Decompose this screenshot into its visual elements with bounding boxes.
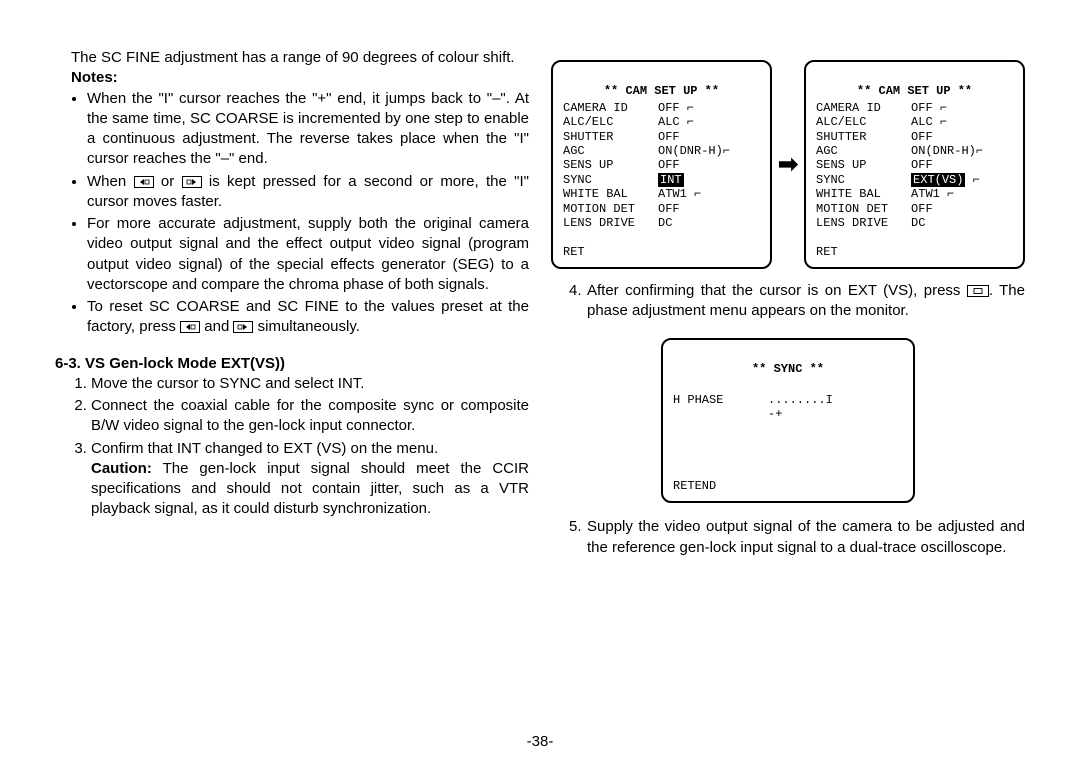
set-button-icon <box>967 285 989 297</box>
right-button-icon <box>233 321 253 333</box>
step-3: Confirm that INT changed to EXT (VS) on … <box>91 439 529 520</box>
left-button-icon <box>134 176 154 188</box>
osd-sync-menu: ** SYNC ** H PHASE........I- + RET END <box>661 338 915 504</box>
arrow-right-icon: ➡ <box>778 153 798 177</box>
steps-list: Move the cursor to SYNC and select INT. … <box>55 374 529 522</box>
left-button-icon <box>180 321 200 333</box>
notes-item-1: When the "I" cursor reaches the "+" end,… <box>87 89 529 170</box>
step-5: 5.Supply the video output signal of the … <box>551 517 1025 558</box>
page-number: -38- <box>0 732 1080 752</box>
notes-label: Notes: <box>55 68 529 88</box>
osd-cam-setup-left: ** CAM SET UP **CAMERA IDOFF ⌐ALC/ELCALC… <box>551 60 772 269</box>
cam-setup-menus: ** CAM SET UP **CAMERA IDOFF ⌐ALC/ELCALC… <box>551 60 1025 269</box>
section-6-3-title: 6-3. VS Gen-lock Mode EXT(VS)) <box>55 354 529 374</box>
notes-item-2: When or is kept pressed for a second or … <box>87 172 529 213</box>
step-2: Connect the coaxial cable for the compos… <box>91 396 529 437</box>
notes-item-4: To reset SC COARSE and SC FINE to the va… <box>87 297 529 338</box>
left-column: The SC FINE adjustment has a range of 90… <box>55 48 529 758</box>
sc-fine-intro: The SC FINE adjustment has a range of 90… <box>55 48 529 68</box>
osd-cam-setup-right: ** CAM SET UP **CAMERA IDOFF ⌐ALC/ELCALC… <box>804 60 1025 269</box>
notes-item-3: For more accurate adjustment, supply bot… <box>87 214 529 295</box>
caution-text: The gen-lock input signal should meet th… <box>91 460 529 518</box>
step-4: 4.After confirming that the cursor is on… <box>551 281 1025 322</box>
notes-list: When the "I" cursor reaches the "+" end,… <box>55 89 529 340</box>
right-column: ** CAM SET UP **CAMERA IDOFF ⌐ALC/ELCALC… <box>551 48 1025 758</box>
right-button-icon <box>182 176 202 188</box>
step-1: Move the cursor to SYNC and select INT. <box>91 374 529 394</box>
caution-label: Caution: <box>91 460 152 477</box>
